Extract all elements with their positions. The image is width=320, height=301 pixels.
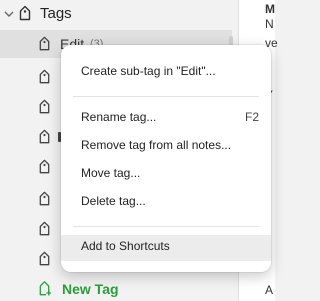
tag-icon [39,99,50,114]
chevron-down-icon[interactable] [4,9,14,19]
tag-icon [39,159,50,174]
tag-icon [39,251,50,266]
remove-tag-menu-item[interactable]: Remove tag from all notes... [61,134,271,160]
tag-context-menu: Create sub-tag in "Edit"... Rename tag..… [61,45,271,272]
tag-icon [39,221,50,236]
tag-icon [39,129,50,144]
note-snippet: N [265,17,274,31]
create-subtag-menu-item[interactable]: Create sub-tag in "Edit"... [61,60,271,86]
new-tag-label: New Tag [62,281,119,297]
tag-plus-icon [39,281,51,296]
tag-icon [19,5,31,21]
delete-tag-menu-item[interactable]: Delete tag... [61,190,271,216]
menu-item-label: Remove tag from all notes... [81,138,232,152]
menu-item-label: Add to Shortcuts [81,239,170,253]
add-to-shortcuts-menu-item[interactable]: Add to Shortcuts [61,235,271,261]
note-snippet: M [265,2,275,16]
note-snippet: A [265,283,274,297]
new-tag-button[interactable]: New Tag [0,276,232,300]
menu-item-label: Create sub-tag in "Edit"... [81,64,216,78]
menu-divider [73,226,259,227]
rename-tag-menu-item[interactable]: Rename tag... F2 [61,106,271,132]
tag-icon [39,191,50,206]
menu-item-label: Delete tag... [81,194,146,208]
tag-icon [39,69,50,84]
tags-header-label: Tags [40,5,72,22]
tag-icon [39,36,50,51]
move-tag-menu-item[interactable]: Move tag... [61,162,271,188]
menu-item-label: Move tag... [81,166,141,180]
tags-header[interactable]: Tags [0,0,238,28]
menu-item-label: Rename tag... [81,110,157,124]
shortcut-hint: F2 [244,110,259,124]
menu-divider [73,96,259,97]
